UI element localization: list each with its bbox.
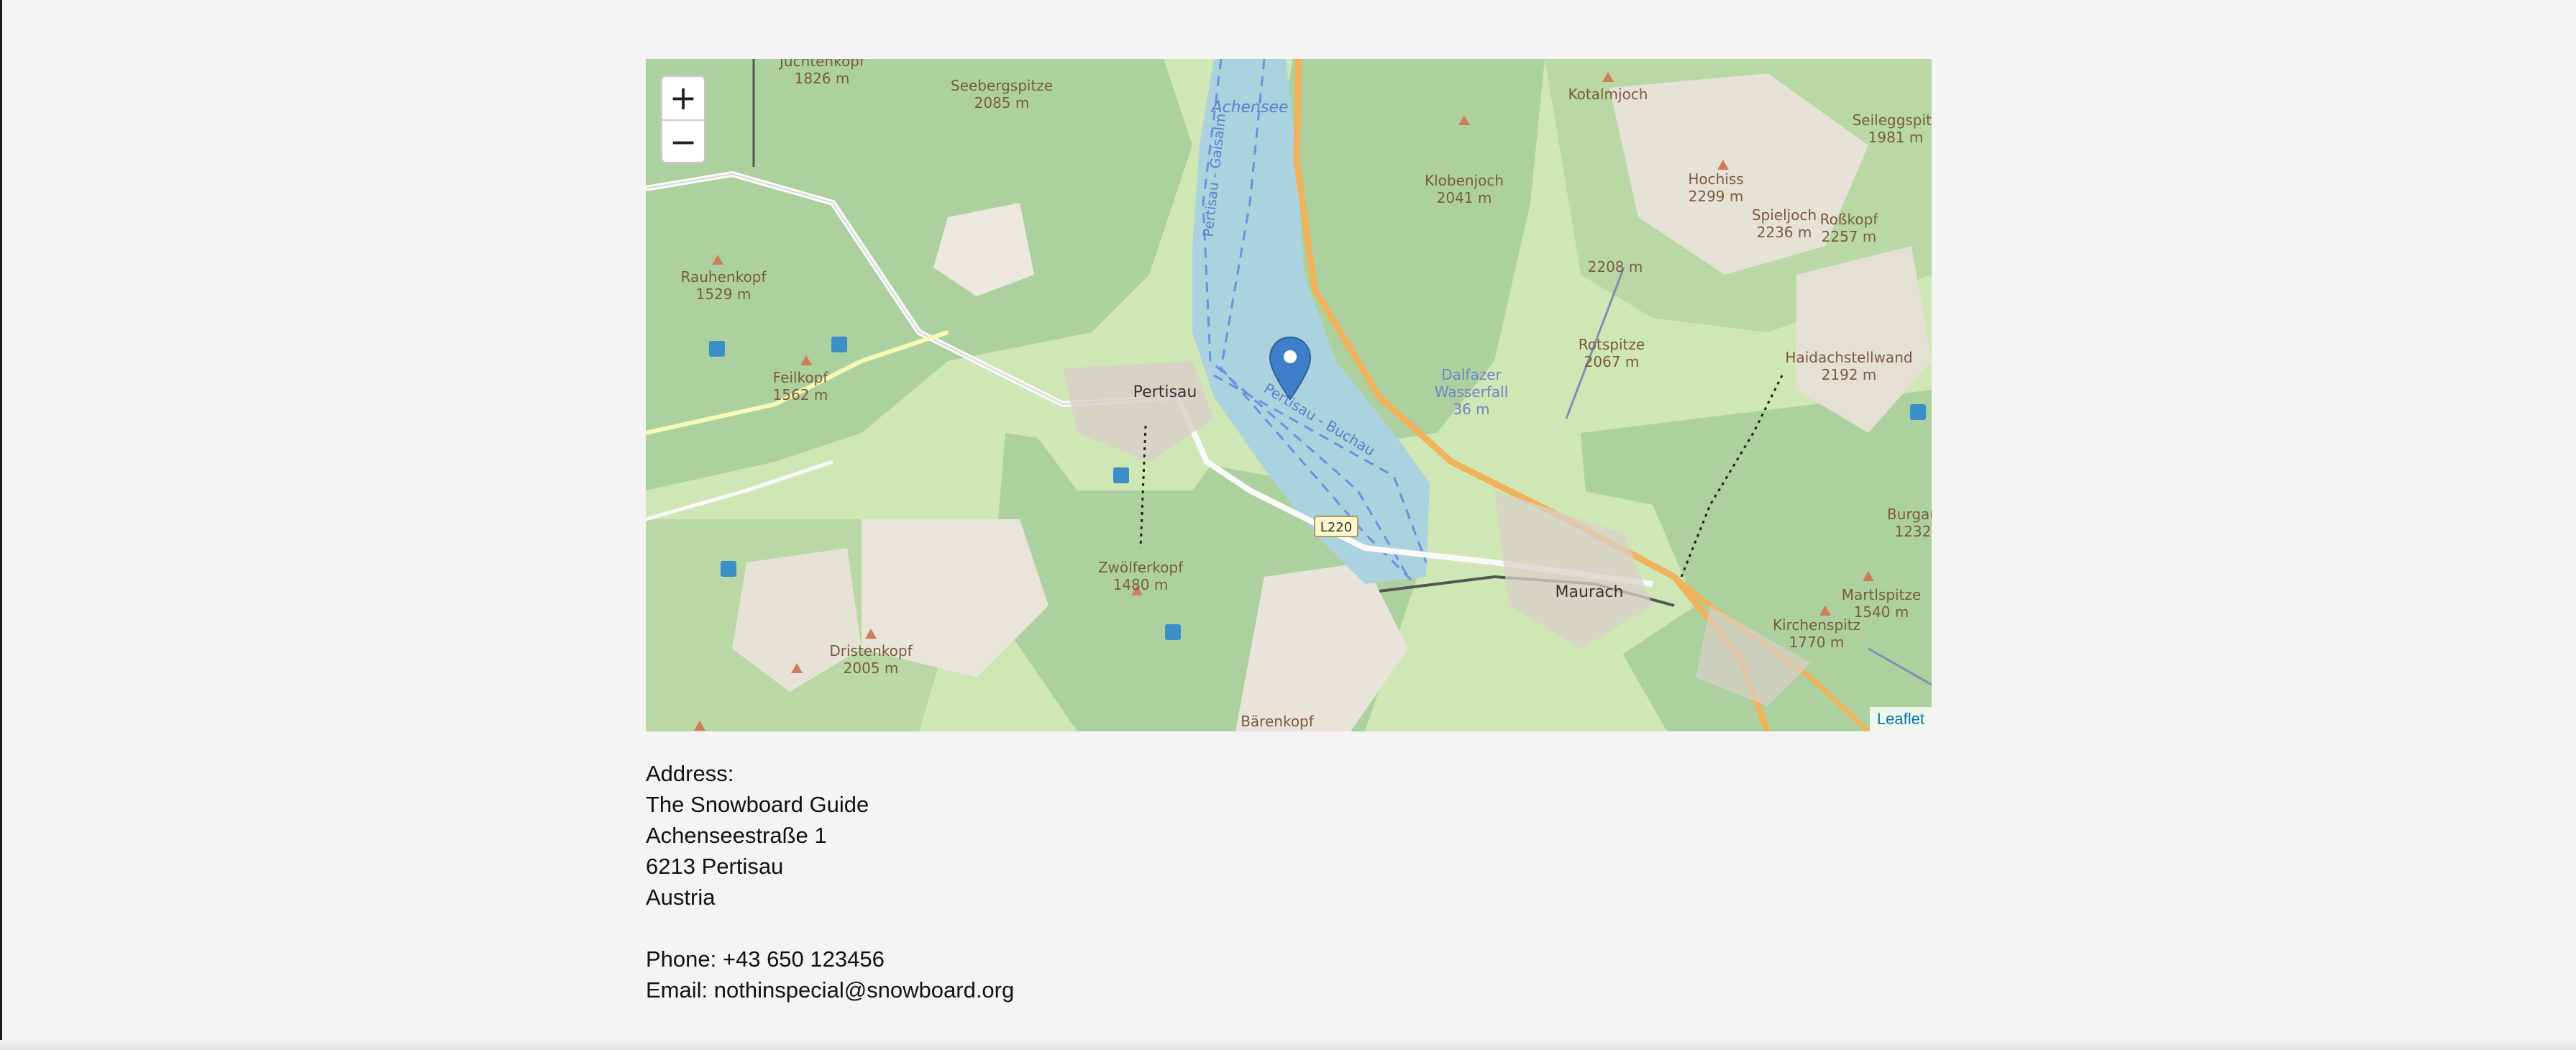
map-label-dristenkopf-elev: 2005 m bbox=[844, 659, 899, 677]
map-label-maurach: Maurach bbox=[1556, 583, 1624, 601]
email-address: Email: nothinspecial@snowboard.org bbox=[646, 977, 1015, 1003]
zoom-out-button[interactable]: − bbox=[662, 119, 704, 163]
map-label-l220: L220 bbox=[1320, 520, 1352, 535]
address-heading: Address: bbox=[646, 761, 734, 786]
map-label-burgau-elev: 1232 bbox=[1895, 523, 1932, 540]
map-label-barenkopf: Bärenkopf bbox=[1241, 713, 1315, 730]
map-label-rotspitze: Rotspitze bbox=[1579, 336, 1645, 353]
map-label-haidachstellwand-elev: 2192 m bbox=[1822, 366, 1877, 383]
street-address: Achenseestraße 1 bbox=[646, 823, 827, 848]
map-label-zwolferkopf-elev: 1480 m bbox=[1113, 576, 1169, 593]
page-bottom-edge bbox=[0, 1040, 2576, 1050]
map-label-martlspitze: Martlspitze bbox=[1842, 586, 1921, 603]
map-label-juchtenkopf: Juchtenkopf bbox=[778, 59, 865, 70]
map-label-seileggspitz: Seileggspitz bbox=[1853, 111, 1932, 129]
phone-number: Phone: +43 650 123456 bbox=[646, 946, 885, 972]
map-label-seebergspitze: Seebergspitze bbox=[951, 77, 1053, 94]
map-label-burgau: Burgau bbox=[1887, 506, 1932, 523]
map-label-hochiss: Hochiss bbox=[1688, 170, 1743, 188]
map-label-seileggspitz-elev: 1981 m bbox=[1868, 129, 1924, 146]
map-label-dalfazer-elev: 36 m bbox=[1453, 401, 1489, 418]
postal-city: 6213 Pertisau bbox=[646, 854, 784, 879]
map-label-feilkopf: Feilkopf bbox=[773, 369, 829, 386]
map-label-haidachstellwand: Haidachstellwand bbox=[1785, 349, 1912, 366]
map-label-pertisau: Pertisau bbox=[1133, 383, 1197, 401]
map-label-klobenjoch: Klobenjoch bbox=[1425, 172, 1504, 189]
location-marker-icon[interactable] bbox=[1268, 336, 1312, 401]
map-label-hochiss-elev: 2299 m bbox=[1689, 188, 1744, 205]
map-label-spieljoch: Spieljoch bbox=[1752, 206, 1817, 224]
map-label-rotspitze-elev: 2067 m bbox=[1584, 353, 1640, 370]
contact-info: Address: The Snowboard Guide Achenseestr… bbox=[646, 758, 1796, 1005]
business-name: The Snowboard Guide bbox=[646, 792, 869, 817]
map-label-juchtenkopf-elev: 1826 m bbox=[795, 70, 850, 87]
map-label-dalfazer-2: Wasserfall bbox=[1435, 383, 1509, 401]
map-label-kirchenspitz-elev: 1770 m bbox=[1789, 634, 1845, 651]
map-label-feilkopf-elev: 1562 m bbox=[773, 386, 828, 403]
page-left-border bbox=[0, 0, 2, 1050]
map-label-rosskopf-elev: 2257 m bbox=[1822, 228, 1877, 245]
map-label-spieljoch-elev: 2236 m bbox=[1757, 224, 1812, 241]
map-label-2208: 2208 m bbox=[1588, 258, 1643, 275]
map-label-rauhenkopf: Rauhenkopf bbox=[681, 268, 767, 286]
map-attribution-link[interactable]: Leaflet bbox=[1869, 707, 1932, 731]
map-container[interactable]: Juchtenkopf 1826 m Seebergspitze 2085 m … bbox=[646, 59, 1932, 731]
map-label-rosskopf: Roßkopf bbox=[1820, 211, 1879, 228]
map-label-kotalmjoch: Kotalmjoch bbox=[1568, 86, 1648, 103]
map-label-dalfazer: Dalfazer bbox=[1441, 366, 1502, 383]
zoom-in-button[interactable]: + bbox=[662, 77, 704, 119]
map-label-rauhenkopf-elev: 1529 m bbox=[696, 286, 752, 303]
map-label-seebergspitze-elev: 2085 m bbox=[974, 94, 1030, 111]
country: Austria bbox=[646, 885, 716, 910]
map-label-martlspitze-elev: 1540 m bbox=[1854, 603, 1909, 621]
map-label-klobenjoch-elev: 2041 m bbox=[1437, 189, 1492, 206]
zoom-control: + − bbox=[660, 75, 706, 164]
map-label-dristenkopf: Dristenkopf bbox=[829, 642, 913, 659]
map-label-kirchenspitz: Kirchenspitz bbox=[1773, 616, 1860, 634]
map-label-zwolferkopf: Zwölferkopf bbox=[1098, 559, 1184, 576]
